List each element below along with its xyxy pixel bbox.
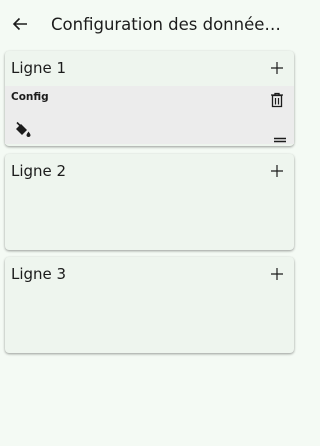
add-config-button[interactable] — [266, 160, 288, 182]
line-title: Ligne 1 — [11, 59, 67, 77]
config-label: Config — [11, 91, 49, 103]
app-bar: Configuration des données te... — [0, 0, 300, 48]
line-card-1: Ligne 1 Config — [5, 51, 294, 146]
line-title: Ligne 2 — [11, 162, 67, 180]
drag-handle-icon — [274, 137, 286, 143]
plus-icon — [271, 165, 283, 177]
back-button[interactable] — [0, 0, 40, 48]
line-card-header: Ligne 2 — [5, 154, 294, 188]
line-card-3: Ligne 3 — [5, 257, 294, 353]
drag-handle[interactable] — [273, 129, 287, 143]
line-card-2: Ligne 2 — [5, 154, 294, 250]
add-config-button[interactable] — [266, 263, 288, 285]
color-picker-button[interactable] — [14, 121, 32, 139]
arrow-back-icon — [12, 17, 27, 31]
delete-config-button[interactable] — [270, 92, 286, 110]
add-config-button[interactable] — [266, 57, 288, 79]
trash-icon — [271, 92, 283, 108]
line-title: Ligne 3 — [11, 265, 67, 283]
plus-icon — [271, 62, 283, 74]
paint-bucket-icon — [16, 121, 31, 137]
line-card-header: Ligne 1 — [5, 51, 294, 85]
page-title: Configuration des données te... — [51, 14, 283, 34]
config-item[interactable]: Config — [5, 86, 294, 144]
plus-icon — [271, 268, 283, 280]
line-card-header: Ligne 3 — [5, 257, 294, 291]
